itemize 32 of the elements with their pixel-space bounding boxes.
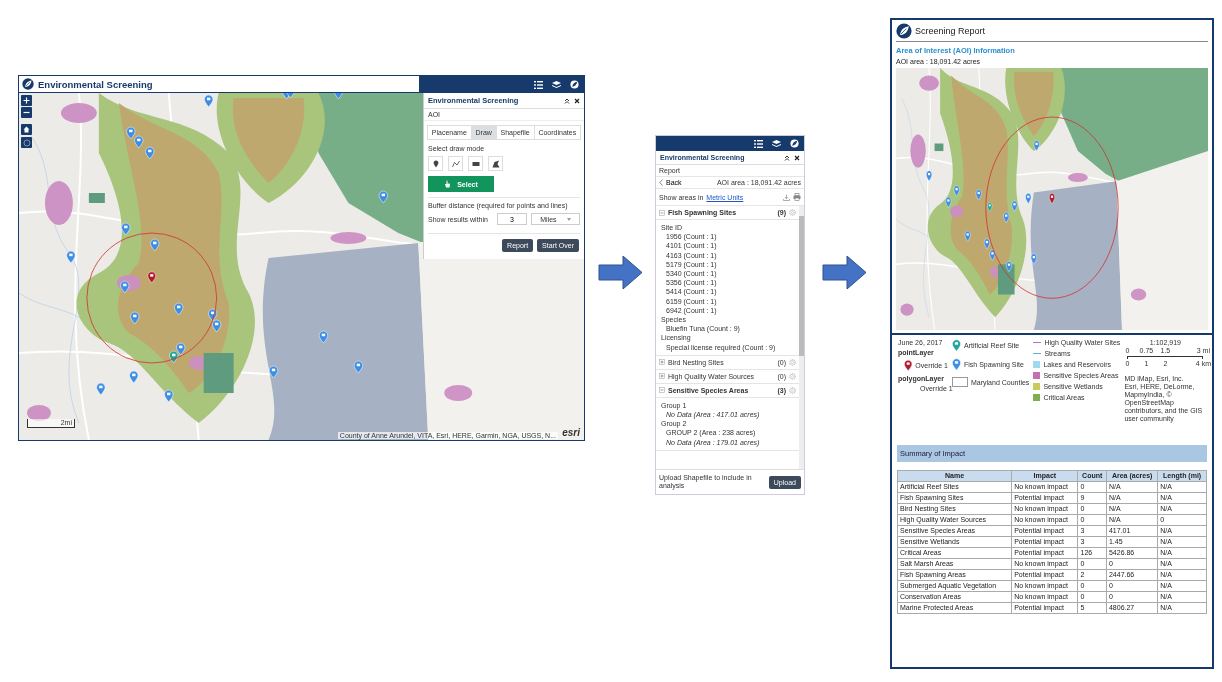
polygon-tool-icon[interactable]	[488, 156, 503, 171]
collapse-icon[interactable]	[564, 97, 570, 104]
globe-leaf-icon[interactable]	[790, 139, 799, 148]
report-title: Screening Report	[915, 26, 986, 36]
scrollbar[interactable]	[799, 206, 804, 469]
collapse-icon[interactable]	[784, 154, 790, 161]
rectangle-tool-icon[interactable]	[468, 156, 483, 171]
esri-logo: esri	[562, 427, 580, 438]
print-icon[interactable]	[793, 193, 801, 201]
close-icon[interactable]	[794, 154, 800, 161]
right-arrow-icon	[598, 255, 643, 290]
list-icon[interactable]	[534, 80, 543, 89]
pin-icon	[904, 359, 913, 372]
zoom-out-icon[interactable]	[21, 107, 32, 118]
list-icon[interactable]	[754, 139, 763, 148]
polyline-tool-icon[interactable]	[448, 156, 463, 171]
hand-pointer-icon	[444, 180, 452, 188]
globe-leaf-logo-icon	[896, 23, 912, 39]
globe-leaf-logo-icon	[22, 78, 34, 90]
caret-icon	[566, 217, 571, 221]
chevron-left-icon	[659, 179, 663, 186]
zoom-in-icon[interactable]	[21, 95, 32, 106]
app-title: Environmental Screening	[38, 78, 153, 90]
close-icon[interactable]	[574, 97, 580, 104]
home-icon[interactable]	[21, 124, 32, 135]
locate-icon[interactable]	[21, 137, 32, 148]
right-arrow-icon	[822, 255, 867, 290]
outline-swatch	[952, 377, 968, 387]
layers-icon[interactable]	[772, 139, 781, 148]
layers-icon[interactable]	[552, 80, 561, 89]
globe-leaf-icon[interactable]	[570, 80, 579, 89]
pin-tool-icon[interactable]	[428, 156, 443, 171]
